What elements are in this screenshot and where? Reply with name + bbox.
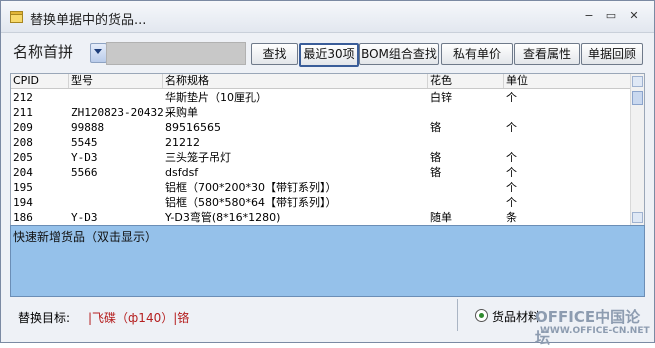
cell-model: Y-D3 bbox=[71, 211, 98, 224]
cell-color bbox=[430, 195, 504, 210]
cell-cpid: 208 bbox=[13, 136, 33, 149]
scroll-down-icon[interactable] bbox=[632, 212, 643, 223]
cell-name: 89516565 bbox=[165, 121, 221, 134]
close-button[interactable]: ✕ bbox=[627, 9, 641, 23]
cell-unit: 个 bbox=[506, 181, 517, 194]
watermark-url: WWW.OFFICE-CN.NET bbox=[540, 326, 650, 336]
search-mode-dropdown[interactable] bbox=[90, 43, 107, 63]
cell-color bbox=[430, 135, 504, 150]
minimize-button[interactable]: − bbox=[582, 9, 596, 23]
cell-unit: 个 bbox=[506, 121, 517, 134]
cell-model: Y-D3 bbox=[71, 151, 98, 164]
cell-model: 5545 bbox=[71, 136, 98, 149]
title-bar: 替换单据中的货品... − ▭ ✕ bbox=[1, 1, 654, 33]
recent-30-button[interactable]: 最近30项 bbox=[299, 43, 359, 67]
cell-color: 白锌 bbox=[430, 91, 452, 104]
cell-name: Y-D3弯管(8*16*1280) bbox=[165, 211, 281, 224]
find-button[interactable]: 查找 bbox=[251, 43, 298, 65]
cell-color: 铬 bbox=[430, 151, 441, 164]
column-header-model[interactable]: 型号 bbox=[69, 74, 163, 88]
cell-model bbox=[71, 195, 163, 210]
cell-name: 21212 bbox=[165, 136, 200, 149]
view-properties-button[interactable]: 查看属性 bbox=[514, 43, 580, 65]
quick-add-panel[interactable]: 快速新增货品（双击显示） bbox=[10, 225, 645, 297]
replace-target-label: 替换目标: bbox=[18, 311, 71, 325]
cell-name: 三头笼子吊灯 bbox=[165, 151, 231, 164]
cell-color: 随单 bbox=[430, 211, 452, 224]
search-mode-label[interactable]: 名称首拼 bbox=[13, 41, 73, 62]
cell-name: 华斯垫片（10厘孔） bbox=[165, 91, 267, 104]
divider bbox=[457, 299, 458, 331]
cell-cpid: 205 bbox=[13, 151, 33, 164]
replace-target-value: |飞碟（ф140）|铬 bbox=[88, 311, 190, 325]
cell-name: dsfdsf bbox=[165, 166, 199, 179]
table-row[interactable]: 204 5566 dsfdsf 铬 个 bbox=[11, 165, 631, 180]
cell-unit: 个 bbox=[506, 166, 517, 179]
bom-search-button[interactable]: BOM组合查找 bbox=[359, 43, 439, 65]
search-input[interactable] bbox=[106, 42, 246, 65]
cell-color: 铬 bbox=[430, 166, 441, 179]
column-header-name[interactable]: 名称规格 bbox=[163, 74, 428, 88]
cell-model bbox=[71, 180, 163, 195]
table-row[interactable]: 205 Y-D3 三头笼子吊灯 铬 个 bbox=[11, 150, 631, 165]
cell-unit: 个 bbox=[506, 196, 517, 209]
cell-name: 铝框（580*580*64【带钉系列】） bbox=[165, 196, 337, 209]
cell-model: ZH120823-204321 bbox=[71, 106, 163, 119]
table-row[interactable]: 208 5545 21212 bbox=[11, 135, 631, 150]
private-price-button[interactable]: 私有单价 bbox=[441, 43, 513, 65]
cell-cpid: 209 bbox=[13, 121, 33, 134]
column-header-color[interactable]: 花色 bbox=[428, 74, 504, 88]
cell-cpid: 186 bbox=[13, 211, 33, 224]
column-header-unit[interactable]: 单位 bbox=[504, 74, 631, 88]
cell-model: 5566 bbox=[71, 166, 98, 179]
table-row[interactable]: 195 铝框（700*200*30【带钉系列】） 个 bbox=[11, 180, 631, 195]
window-title: 替换单据中的货品... bbox=[30, 13, 147, 28]
column-header-cpid[interactable]: CPID bbox=[11, 74, 69, 88]
cell-cpid: 204 bbox=[13, 166, 33, 179]
cell-unit: 个 bbox=[506, 151, 517, 164]
material-radio-label: 货品材料 bbox=[492, 310, 541, 324]
scroll-thumb[interactable] bbox=[632, 91, 643, 105]
toolbar: 名称首拼 查找 最近30项 BOM组合查找 私有单价 查看属性 单据回顾 bbox=[7, 36, 646, 68]
dialog-window: 替换单据中的货品... − ▭ ✕ 名称首拼 查找 最近30项 BOM组合查找 … bbox=[0, 0, 655, 343]
radio-selected-icon[interactable] bbox=[475, 309, 488, 322]
cell-cpid: 211 bbox=[13, 106, 33, 119]
document-review-button[interactable]: 单据回顾 bbox=[581, 43, 643, 65]
cell-cpid: 194 bbox=[13, 196, 33, 209]
product-grid[interactable]: CPID 型号 名称规格 花色 单位 212 华斯垫片（10厘孔） 白锌个 211 ZH… bbox=[10, 73, 645, 227]
scroll-up-icon[interactable] bbox=[632, 76, 643, 87]
cell-model bbox=[71, 90, 163, 105]
chevron-down-icon bbox=[94, 49, 102, 54]
table-row[interactable]: 211 ZH120823-204321 采购单 bbox=[11, 105, 631, 120]
cell-unit bbox=[506, 135, 626, 150]
cell-unit: 个 bbox=[506, 91, 517, 104]
table-row[interactable]: 212 华斯垫片（10厘孔） 白锌 个 bbox=[11, 90, 631, 105]
cell-color bbox=[430, 180, 504, 195]
vertical-scrollbar[interactable] bbox=[630, 74, 644, 226]
table-row[interactable]: 186 Y-D3 Y-D3弯管(8*16*1280) 随单 条 bbox=[11, 210, 631, 225]
cell-model: 99888 bbox=[71, 121, 105, 134]
restore-button[interactable]: ▭ bbox=[604, 9, 618, 23]
cell-name: 采购单 bbox=[165, 106, 198, 119]
cell-unit: 条 bbox=[506, 211, 517, 224]
form-icon bbox=[10, 11, 23, 23]
cell-cpid: 195 bbox=[13, 181, 33, 194]
cell-unit bbox=[506, 105, 626, 120]
quick-add-label: 快速新增货品（双击显示） bbox=[13, 230, 158, 244]
material-radio[interactable]: 货品材料 bbox=[475, 308, 540, 325]
cell-cpid: 212 bbox=[13, 91, 33, 104]
grid-header: CPID 型号 名称规格 花色 单位 bbox=[11, 74, 631, 89]
cell-color: 铬 bbox=[430, 121, 441, 134]
cell-name: 铝框（700*200*30【带钉系列】） bbox=[165, 181, 337, 194]
cell-color bbox=[430, 105, 504, 120]
table-row[interactable]: 194 铝框（580*580*64【带钉系列】） 个 bbox=[11, 195, 631, 210]
table-row[interactable]: 209 99888 89516565 铬 个 bbox=[11, 120, 631, 135]
